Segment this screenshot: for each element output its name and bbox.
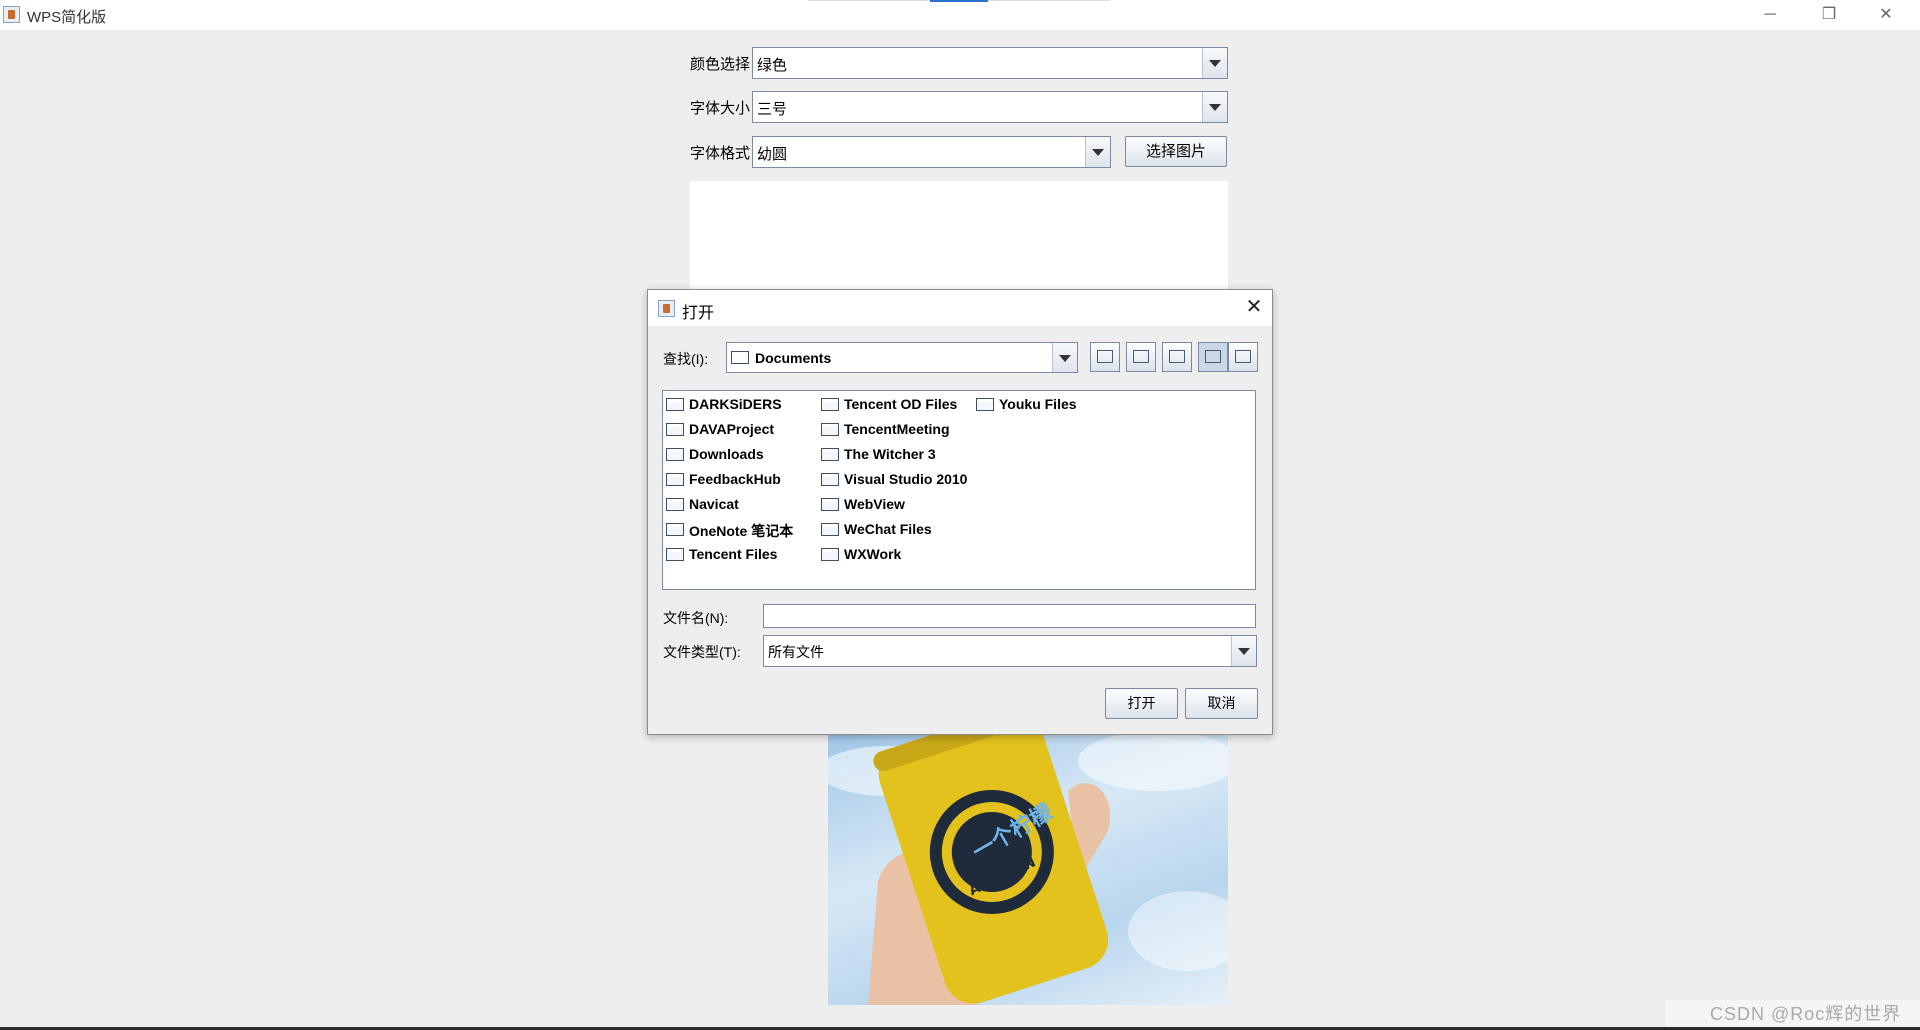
folder-icon [821, 423, 839, 436]
folder-icon [666, 423, 684, 436]
chevron-down-icon[interactable] [1052, 343, 1077, 372]
folder-icon [821, 398, 839, 411]
text-area[interactable] [690, 181, 1228, 291]
cancel-button[interactable]: 取消 [1185, 688, 1258, 719]
folder-icon [666, 398, 684, 411]
folder-icon [666, 448, 684, 461]
size-label: 字体大小 [690, 100, 751, 117]
font-label: 字体格式 [690, 145, 751, 162]
folder-icon [976, 398, 994, 411]
close-icon[interactable]: ✕ [1863, 0, 1909, 30]
folder-icon [666, 523, 684, 536]
font-select[interactable]: 幼圆 [752, 136, 1111, 168]
dialog-title-bar: 打开 ✕ [648, 290, 1272, 326]
new-folder-icon[interactable] [1162, 342, 1192, 372]
minimize-icon[interactable]: ─ [1747, 0, 1793, 30]
color-select[interactable]: 绿色 [752, 47, 1228, 79]
color-label: 颜色选择 [690, 56, 751, 73]
chevron-down-icon[interactable] [1085, 137, 1110, 167]
window-title-bar: WPS简化版 ─ ❐ ✕ [0, 0, 1920, 30]
filename-field[interactable] [763, 604, 1256, 628]
folder-icon [821, 473, 839, 486]
filetype-select[interactable]: 所有文件 [763, 635, 1257, 667]
look-in-label: 查找(I): [663, 351, 709, 367]
up-folder-icon[interactable] [1090, 342, 1120, 372]
top-accent [930, 0, 988, 2]
chevron-down-icon[interactable] [1231, 636, 1256, 666]
size-select-value: 三号 [757, 101, 788, 118]
file-list[interactable]: DARKSiDERS DAVAProject Downloads Feedbac… [662, 390, 1256, 590]
list-view-icon[interactable] [1198, 342, 1228, 372]
color-select-value: 绿色 [757, 57, 788, 74]
look-in-value: Documents [755, 350, 832, 366]
home-icon[interactable] [1126, 342, 1156, 372]
font-select-value: 幼圆 [757, 146, 788, 163]
look-in-select[interactable]: Documents [726, 342, 1078, 373]
watermark: CSDN @Roc辉的世界 [1710, 1004, 1902, 1024]
size-select[interactable]: 三号 [752, 91, 1228, 123]
java-app-icon [658, 300, 675, 317]
folder-icon [731, 351, 749, 364]
folder-icon [821, 548, 839, 561]
folder-icon [666, 473, 684, 486]
close-icon[interactable]: ✕ [1242, 295, 1266, 319]
folder-icon [666, 548, 684, 561]
folder-icon [821, 448, 839, 461]
chevron-down-icon[interactable] [1202, 92, 1227, 122]
open-button[interactable]: 打开 [1105, 688, 1178, 719]
maximize-icon[interactable]: ❐ [1806, 0, 1852, 30]
filename-label: 文件名(N): [663, 610, 729, 626]
chevron-down-icon[interactable] [1202, 48, 1227, 78]
filetype-label: 文件类型(T): [663, 644, 741, 660]
filetype-value: 所有文件 [768, 644, 824, 660]
java-app-icon [3, 6, 20, 23]
folder-icon [666, 498, 684, 511]
folder-icon [821, 523, 839, 536]
folder-icon [821, 498, 839, 511]
open-file-dialog: 打开 ✕ 查找(I): Documents DARKSiDERS DAVAPro… [647, 289, 1273, 735]
choose-image-button[interactable]: 选择图片 [1125, 136, 1227, 167]
dialog-title: 打开 [682, 305, 715, 322]
selected-image: 一个柠檬 A LEMON [828, 731, 1228, 1005]
window-title: WPS简化版 [27, 9, 107, 26]
details-view-icon[interactable] [1228, 342, 1258, 372]
